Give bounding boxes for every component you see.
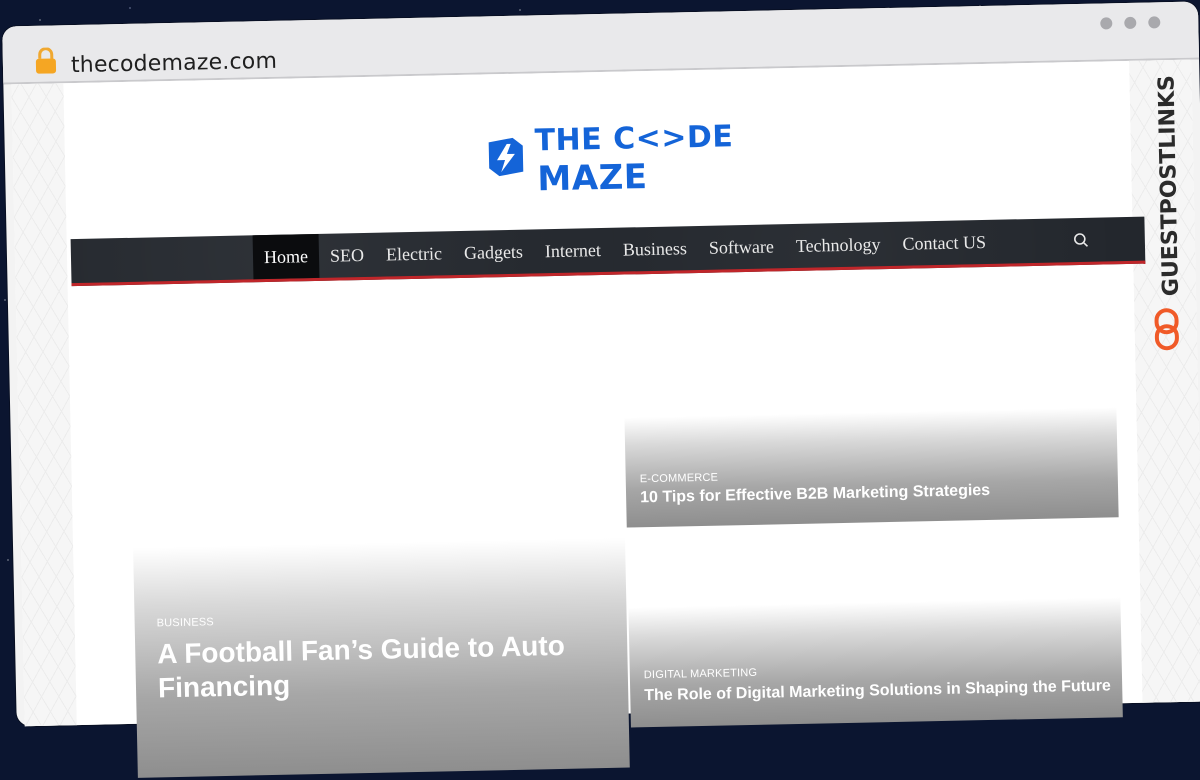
logo-text-line1: THE C<>DE	[534, 119, 734, 159]
window-dot-1[interactable]	[1100, 17, 1113, 30]
post-title[interactable]: 10 Tips for Effective B2B Marketing Stra…	[640, 482, 990, 507]
nav-item-seo[interactable]: SEO	[319, 233, 376, 278]
nav-item-electric[interactable]: Electric	[375, 231, 454, 277]
web-page: GUESTPOSTLINKS THE C<>DE MAZE Home SEO Ele…	[11, 59, 1200, 778]
side-post-card-1[interactable]: E-COMMERCE 10 Tips for Effective B2B Mar…	[624, 407, 1119, 528]
main-navigation: Home SEO Electric Gadgets Internet Business So…	[70, 216, 1146, 287]
nav-item-internet[interactable]: Internet	[533, 228, 612, 274]
window-dot-3[interactable]	[1148, 16, 1161, 29]
logo-text-line2: MAZE	[537, 157, 648, 200]
search-icon[interactable]	[1073, 232, 1089, 248]
side-post-card-2[interactable]: DIGITAL MARKETING The Role of Digital Ma…	[628, 597, 1123, 728]
post-title[interactable]: The Role of Digital Marketing Solutions …	[644, 677, 1111, 705]
post-category[interactable]: DIGITAL MARKETING	[644, 667, 758, 681]
lock-icon	[35, 47, 57, 74]
nav-item-business[interactable]: Business	[611, 226, 698, 272]
background-pattern-right: GUESTPOSTLINKS	[1129, 59, 1200, 703]
browser-window: thecodemaze.com GUESTPOSTLINKS THE C<>DE	[2, 1, 1200, 778]
background-pattern-left	[11, 83, 77, 727]
guestpostlinks-badge: GUESTPOSTLINKS	[1154, 75, 1184, 351]
guestpostlinks-text: GUESTPOSTLINKS	[1154, 75, 1184, 296]
post-title[interactable]: A Football Fan’s Guide to Auto Financing	[157, 628, 598, 705]
window-controls	[1100, 16, 1161, 30]
logo-mark-icon	[488, 137, 524, 177]
site-logo[interactable]: THE C<>DE MAZE	[482, 115, 734, 200]
nav-item-gadgets[interactable]: Gadgets	[452, 229, 534, 275]
nav-item-software[interactable]: Software	[697, 224, 785, 270]
post-category[interactable]: BUSINESS	[157, 616, 214, 629]
url-text[interactable]: thecodemaze.com	[71, 49, 278, 78]
nav-item-home[interactable]: Home	[252, 233, 320, 280]
nav-item-technology[interactable]: Technology	[784, 222, 892, 268]
post-category[interactable]: E-COMMERCE	[640, 472, 719, 486]
featured-post-card[interactable]: BUSINESS A Football Fan’s Guide to Auto …	[133, 537, 630, 778]
window-dot-2[interactable]	[1124, 16, 1137, 30]
nav-item-contact-us[interactable]: Contact US	[891, 220, 997, 266]
link-chain-icon	[1154, 308, 1179, 351]
